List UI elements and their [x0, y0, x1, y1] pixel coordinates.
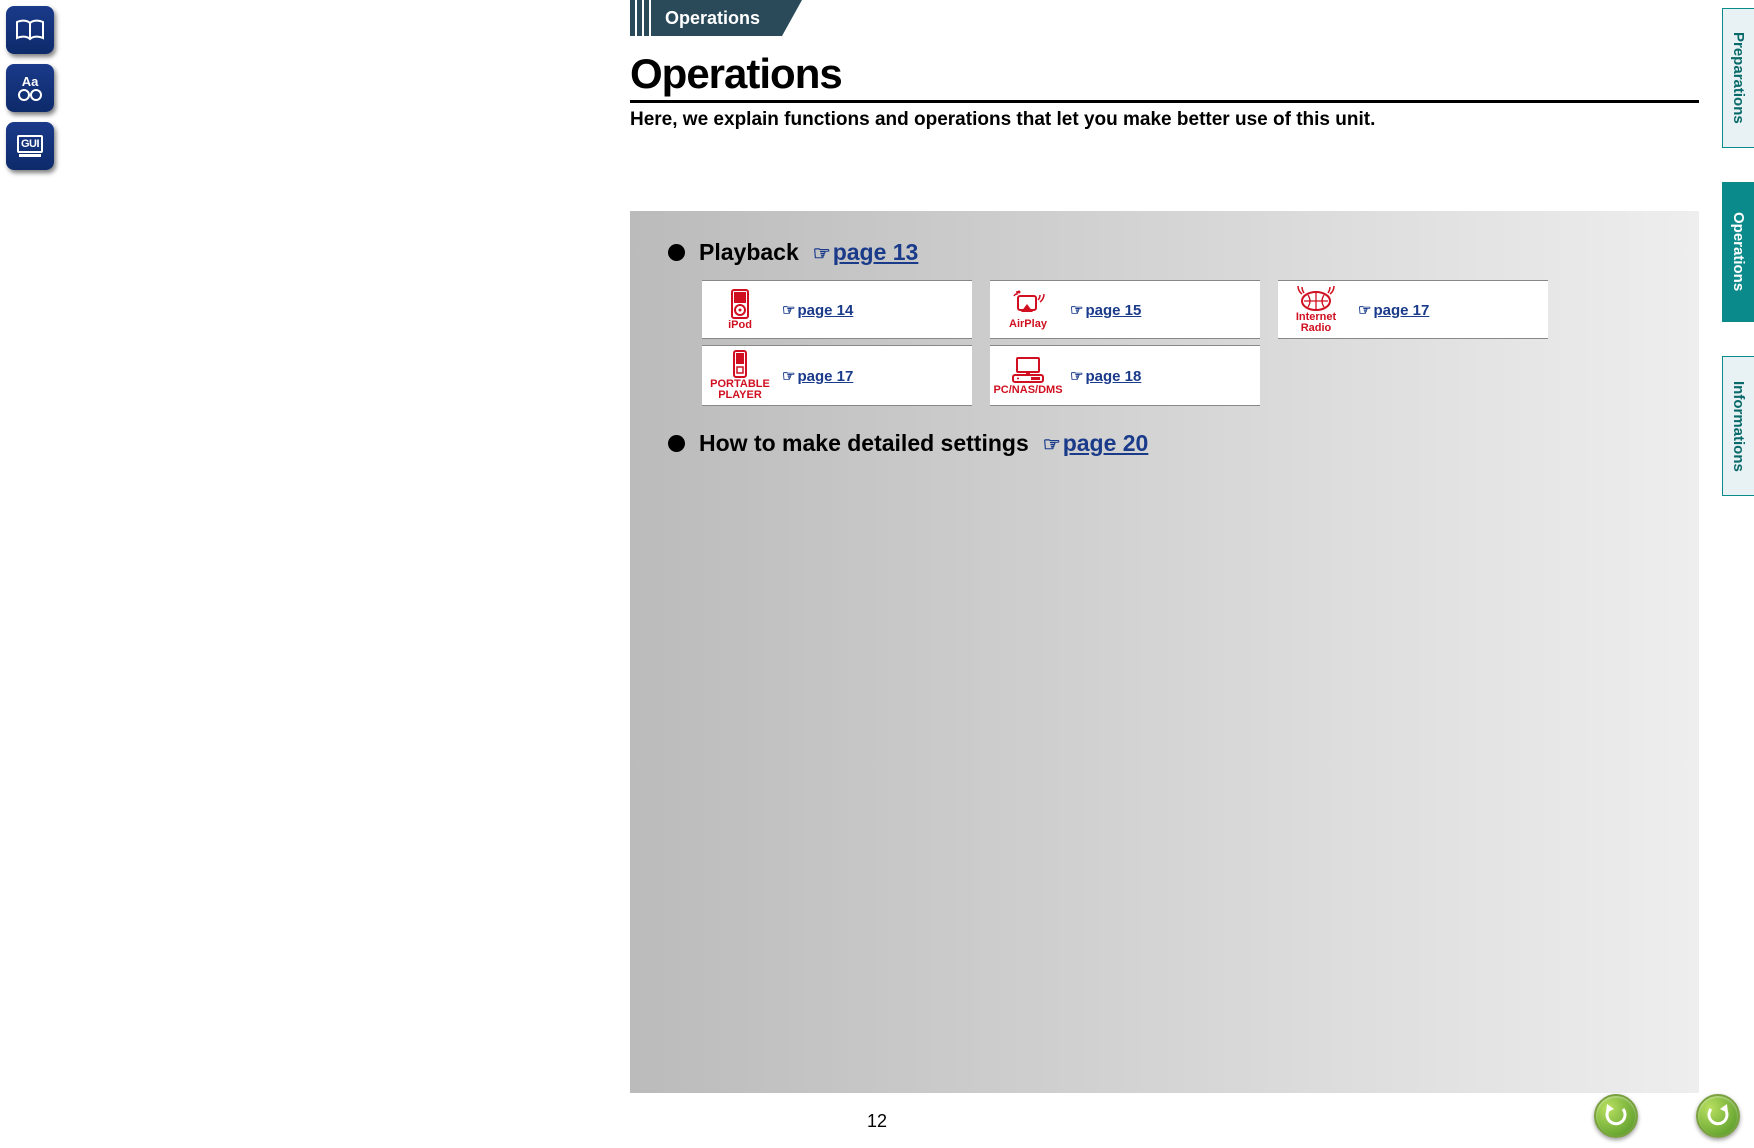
hand-icon: ☞	[1070, 301, 1083, 319]
ipod-icon: iPod	[710, 289, 770, 331]
content-box: Playback ☞page 13 iPod ☞page 14	[630, 211, 1699, 1093]
undo-arrow-icon	[1603, 1103, 1629, 1129]
card-ipod-link: ☞page 14	[782, 301, 853, 319]
book-icon	[15, 19, 45, 41]
playback-cards: iPod ☞page 14 AirPlay ☞page 15	[702, 280, 1661, 406]
pc-nas-icon: PC/NAS/DMS	[998, 356, 1058, 396]
section-tab-label: Operations	[651, 0, 782, 36]
right-tabs: Preparations Operations Informations	[1722, 8, 1754, 496]
intro-text: Here, we explain functions and operation…	[630, 109, 1699, 131]
tab-preparations[interactable]: Preparations	[1722, 8, 1754, 148]
airplay-icon: AirPlay	[998, 290, 1058, 330]
settings-label: How to make detailed settings	[699, 430, 1029, 457]
card-airplay-link: ☞page 15	[1070, 301, 1141, 319]
settings-link[interactable]: ☞page 20	[1043, 430, 1149, 457]
hand-icon: ☞	[1070, 367, 1083, 385]
section-tab-header: Operations	[630, 0, 1699, 36]
hand-icon: ☞	[1358, 301, 1371, 319]
page-nav-buttons	[1594, 1094, 1740, 1138]
settings-heading: How to make detailed settings ☞page 20	[668, 430, 1661, 457]
page-title: Operations	[630, 50, 1699, 103]
toc-button[interactable]	[6, 6, 54, 54]
page-number: 12	[867, 1111, 887, 1132]
binoculars-icon	[17, 88, 43, 102]
playback-heading: Playback ☞page 13	[668, 239, 1661, 266]
tab-operations[interactable]: Operations	[1722, 182, 1754, 322]
hand-icon: ☞	[1043, 432, 1061, 457]
hand-icon: ☞	[782, 301, 795, 319]
stripe-decoration	[630, 0, 649, 36]
portable-player-icon: PORTABLEPLAYER	[710, 350, 770, 401]
card-internet-radio[interactable]: InternetRadio ☞page 17	[1278, 280, 1548, 339]
left-sidebar: Aa GUI	[6, 6, 54, 170]
card-pc-nas-link: ☞page 18	[1070, 367, 1141, 385]
prev-page-button[interactable]	[1594, 1094, 1638, 1138]
index-button[interactable]: Aa	[6, 64, 54, 112]
gui-label: GUI	[17, 135, 43, 153]
bullet-icon	[668, 244, 685, 261]
card-portable-link: ☞page 17	[782, 367, 853, 385]
internet-radio-icon: InternetRadio	[1286, 285, 1346, 334]
page-content: Operations Operations Here, we explain f…	[630, 0, 1699, 1093]
card-internet-radio-link: ☞page 17	[1358, 301, 1429, 319]
gui-button[interactable]: GUI	[6, 122, 54, 170]
bullet-icon	[668, 435, 685, 452]
redo-arrow-icon	[1705, 1103, 1731, 1129]
hand-icon: ☞	[782, 367, 795, 385]
tab-informations[interactable]: Informations	[1722, 356, 1754, 496]
card-airplay[interactable]: AirPlay ☞page 15	[990, 280, 1260, 339]
hand-icon: ☞	[813, 241, 831, 266]
card-pc-nas-dms[interactable]: PC/NAS/DMS ☞page 18	[990, 345, 1260, 406]
playback-label: Playback	[699, 239, 799, 266]
card-ipod[interactable]: iPod ☞page 14	[702, 280, 972, 339]
playback-link[interactable]: ☞page 13	[813, 239, 919, 266]
card-portable-player[interactable]: PORTABLEPLAYER ☞page 17	[702, 345, 972, 406]
next-page-button[interactable]	[1696, 1094, 1740, 1138]
monitor-stand-icon	[19, 154, 41, 157]
aa-label: Aa	[22, 75, 39, 88]
